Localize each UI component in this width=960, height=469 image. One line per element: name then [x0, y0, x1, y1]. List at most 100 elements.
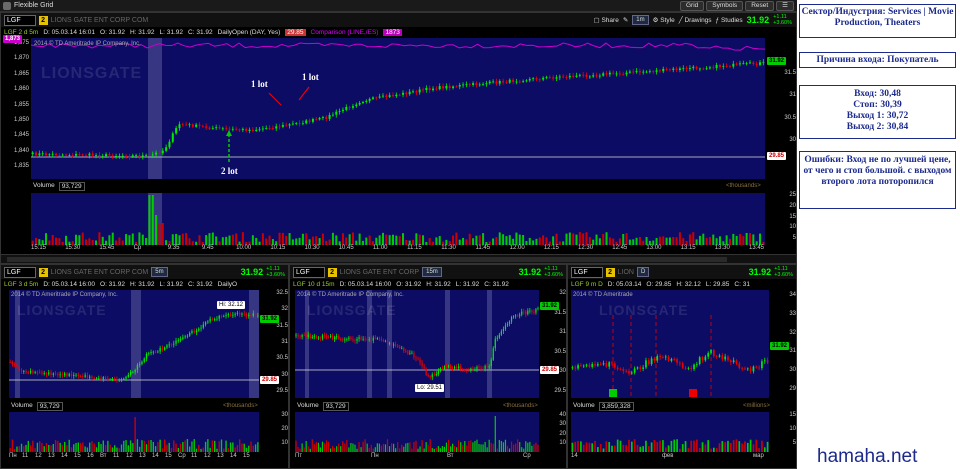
- chart-a-volume-plot[interactable]: [9, 412, 259, 452]
- studies-button[interactable]: ƒ Studies: [716, 17, 743, 24]
- candle-body: [659, 356, 661, 358]
- chart-c-volume-plot[interactable]: [571, 412, 769, 452]
- candle-body: [433, 374, 435, 376]
- symbols-button[interactable]: Symbols: [706, 0, 744, 11]
- scale-label: 30: [281, 371, 288, 378]
- chart-a-price-plot[interactable]: LIONSGATE 2014 © TD Ameritrade IP Compan…: [9, 290, 259, 398]
- candle-body: [622, 369, 625, 371]
- volume-bar: [693, 440, 695, 452]
- chart-c-price-plot[interactable]: LIONSGATE 2014 © TD Ameritrade: [571, 290, 769, 398]
- symbol-input[interactable]: LGF: [4, 14, 36, 26]
- candle-body: [211, 318, 214, 320]
- drawings-button[interactable]: ╱ Drawings: [679, 16, 712, 24]
- volume-bar: [352, 443, 354, 452]
- candle-body: [672, 68, 675, 70]
- candle-body: [345, 106, 348, 110]
- volume-bar: [20, 443, 23, 452]
- candle-body: [321, 117, 324, 118]
- scroll-bar[interactable]: [1, 254, 796, 263]
- time-label: 12:00: [509, 245, 525, 251]
- candle-body: [232, 314, 234, 316]
- volume-bar: [533, 444, 535, 452]
- candle-body: [84, 375, 86, 377]
- candle-body: [485, 83, 488, 85]
- candle-body: [432, 88, 435, 91]
- chart-c-volume-title: Volume: [573, 402, 595, 409]
- candle-body: [707, 353, 710, 357]
- volume-bar: [134, 417, 136, 452]
- scale-label: 10: [789, 224, 796, 231]
- candle-body: [393, 344, 395, 346]
- candle-body: [341, 109, 344, 112]
- volume-bar: [205, 235, 208, 245]
- scale-label: 30: [559, 421, 566, 428]
- volume-bar: [54, 440, 57, 452]
- main-volume-plot[interactable]: [31, 193, 765, 245]
- chart-a-link-badge[interactable]: 2: [38, 267, 48, 277]
- volume-bar: [692, 232, 695, 245]
- candle-body: [616, 367, 619, 370]
- volume-bar: [429, 439, 431, 452]
- volume-bar: [123, 440, 125, 452]
- candle-body: [574, 367, 577, 369]
- chart-c-symbol-input[interactable]: LGF: [571, 266, 603, 278]
- candle-body: [268, 128, 271, 129]
- candle-body: [358, 337, 360, 339]
- candle-body: [690, 367, 693, 370]
- window-menu-button[interactable]: ☰: [776, 0, 794, 11]
- chart-a-timeframe[interactable]: 5m: [151, 267, 168, 277]
- chart-a-symbol-input[interactable]: LGF: [4, 266, 36, 278]
- candle-body: [318, 117, 321, 120]
- chart-c-timeframe[interactable]: D: [636, 267, 650, 277]
- candle-body: [195, 124, 198, 127]
- time-label: 12:30: [578, 245, 594, 251]
- volume-bar: [423, 448, 425, 452]
- candle-body: [177, 340, 179, 342]
- time-label: 12: [204, 453, 211, 459]
- volume-bar: [399, 448, 401, 452]
- link-badge[interactable]: 2: [38, 15, 48, 25]
- candle-body: [127, 374, 129, 377]
- chart-b-price-plot[interactable]: LIONSGATE 2014 © TD Ameritrade IP Compan…: [295, 290, 539, 398]
- lionsgate-watermark: LIONSGATE: [41, 65, 143, 82]
- volume-bar: [229, 442, 232, 452]
- volume-bar: [252, 445, 254, 452]
- candle-body: [82, 376, 84, 377]
- candle-body: [425, 87, 428, 91]
- timeframe-button[interactable]: 1m: [632, 15, 649, 25]
- scale-label: 40: [559, 412, 566, 418]
- candle-body: [391, 95, 394, 97]
- candle-body: [216, 318, 218, 320]
- grid-button[interactable]: Grid: [679, 0, 705, 11]
- chart-b-volume-plot[interactable]: [295, 412, 539, 452]
- candle-body: [325, 335, 328, 337]
- reset-button[interactable]: Reset: [745, 0, 775, 11]
- volume-bar: [177, 447, 179, 452]
- volume-bar: [232, 442, 234, 452]
- chart-c-link-badge[interactable]: 2: [605, 267, 615, 277]
- style-button[interactable]: ⚙ Style: [653, 16, 675, 24]
- info-study: DailyOpen (DAY, Yes): [217, 29, 281, 36]
- settings-icon[interactable]: ✎: [623, 16, 628, 24]
- volume-bar: [672, 237, 675, 245]
- volume-bar: [34, 448, 36, 452]
- chart-b-timeframe[interactable]: 15m: [422, 267, 442, 277]
- candle-body: [173, 343, 175, 345]
- chart-b-symbol-input[interactable]: LGF: [293, 266, 325, 278]
- candle-body: [91, 376, 93, 379]
- share-button[interactable]: ▢ Share: [594, 16, 619, 24]
- candle-body: [48, 154, 51, 156]
- volume-bar: [480, 444, 482, 452]
- candle-body: [492, 81, 495, 83]
- main-price-plot[interactable]: LIONSGATE 2014 © TD Ameritrade IP Compan…: [31, 38, 765, 179]
- info-open: O: 31.92: [100, 29, 125, 36]
- volume-bar: [755, 439, 758, 452]
- volume-bar: [248, 445, 250, 452]
- chart-b-link-badge[interactable]: 2: [327, 267, 337, 277]
- candle-body: [685, 68, 688, 70]
- dividend-marker-icon: [609, 389, 617, 397]
- candle-body: [735, 360, 738, 364]
- chart-b-volume-value: 93,729: [322, 402, 349, 411]
- candle-body: [535, 309, 537, 313]
- candle-body: [588, 76, 591, 78]
